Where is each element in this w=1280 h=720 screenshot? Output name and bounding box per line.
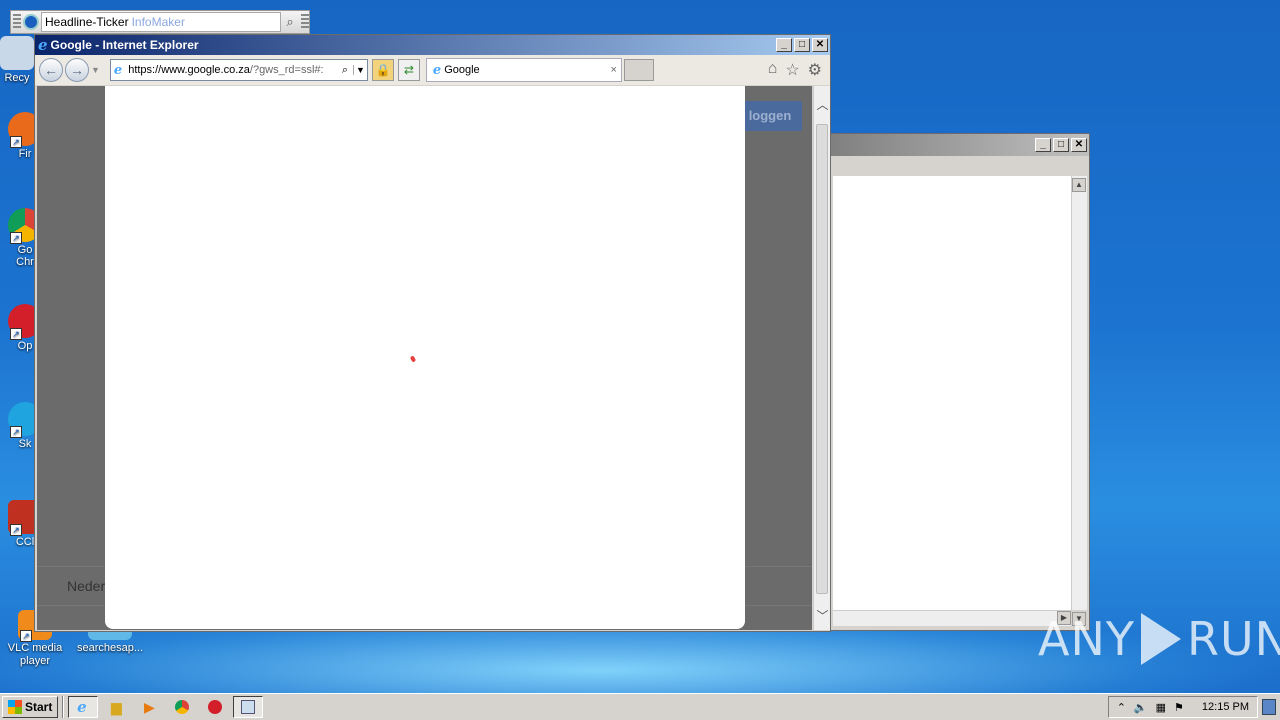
tab-title: Google (444, 64, 480, 76)
internet-explorer-icon: e (77, 698, 87, 716)
system-tray: ⌃ 🔈 ▦ ⚑ 12:15 PM (1107, 696, 1258, 718)
ie-titlebar[interactable]: e Google - Internet Explorer _ □ ✕ (35, 35, 830, 55)
action-center-flag-icon[interactable]: ⚑ (1174, 701, 1184, 714)
taskbar: Start e ▆ ▶ ⌃ 🔈 ▦ ⚑ 12:15 PM (0, 693, 1280, 720)
watermark-right: RUN (1186, 612, 1280, 666)
background-window-titlebar[interactable]: _ □ ✕ (831, 134, 1089, 156)
search-icon[interactable]: ⌕ (337, 64, 353, 77)
media-player-icon: ▶ (143, 698, 155, 715)
watermark-left: ANY (1038, 612, 1135, 666)
footer-language-text[interactable]: Neder (67, 578, 105, 594)
chrome-icon (175, 700, 190, 714)
recycle-bin-icon (0, 36, 34, 70)
taskbar-chrome[interactable] (167, 696, 197, 718)
minimize-button[interactable]: _ (1035, 138, 1051, 152)
refresh-icon[interactable]: ⇄ (397, 59, 420, 81)
desktop-icon-label: VLC media player (7, 642, 63, 667)
shortcut-arrow-icon: ↗ (10, 426, 22, 438)
shortcut-arrow-icon: ↗ (10, 328, 22, 340)
window-icon (241, 700, 256, 714)
home-icon[interactable]: ⌂ (768, 60, 778, 80)
play-logo-icon (1140, 613, 1181, 665)
toolbar-grip-handle-right[interactable] (301, 14, 309, 30)
ie-navigation-bar: ← → ▼ e https://www.google.co.za/?gws_rd… (35, 55, 830, 85)
taskbar-explorer[interactable]: ▆ (101, 696, 131, 718)
network-icon[interactable]: ▦ (1156, 701, 1166, 714)
ticker-brand: InfoMaker (131, 15, 185, 29)
loading-spinner-icon (409, 355, 417, 363)
maximize-button[interactable]: □ (1053, 138, 1069, 152)
taskbar-internet-explorer[interactable]: e (68, 696, 99, 718)
start-label: Start (25, 700, 53, 714)
forward-button[interactable]: → (65, 58, 89, 82)
show-hidden-icons-icon[interactable]: ⌃ (1117, 701, 1126, 714)
taskbar-opera[interactable] (200, 696, 230, 718)
lock-icon[interactable]: 🔒 (371, 59, 394, 81)
minimize-button[interactable]: _ (776, 38, 792, 52)
background-window-menubar (831, 156, 1089, 176)
ie-command-icons: ⌂ ☆ ⚙ (768, 60, 822, 80)
internet-explorer-icon: e (38, 36, 48, 54)
background-window[interactable]: _ □ ✕ ▲ ▼ ▶ (830, 133, 1090, 631)
volume-icon[interactable]: 🔈 (1134, 701, 1148, 714)
tab-favicon-icon: e (432, 62, 442, 78)
maximize-button[interactable]: □ (794, 38, 810, 52)
windows-logo-icon (8, 700, 22, 714)
headline-ticker-toolbar: Headline-Ticker InfoMaker ⌕ (10, 10, 310, 34)
scroll-up-arrow-icon[interactable]: ▲ (1072, 178, 1086, 192)
taskbar-window[interactable] (233, 696, 264, 718)
shortcut-arrow-icon: ↗ (20, 630, 32, 642)
clock[interactable]: 12:15 PM (1202, 701, 1249, 713)
toolbar-grip-handle[interactable] (13, 14, 21, 30)
address-dropdown-icon[interactable]: ▼ (352, 65, 367, 75)
horizontal-scrollbar[interactable]: ▶ (833, 610, 1071, 626)
desktop-icon-label: searchesap... (76, 642, 144, 654)
login-button[interactable]: loggen (738, 101, 802, 131)
close-button[interactable]: ✕ (1071, 138, 1087, 152)
loading-dialog (105, 86, 745, 629)
page-content[interactable]: loggen Neder (37, 86, 812, 630)
favorites-star-icon[interactable]: ☆ (785, 60, 799, 80)
internet-explorer-window[interactable]: e Google - Internet Explorer _ □ ✕ ← → ▼… (34, 34, 831, 632)
gear-icon[interactable]: ⚙ (808, 60, 822, 80)
ie-window-title: Google - Internet Explorer (50, 38, 199, 52)
vertical-scrollbar[interactable]: ︿ ﹀ (813, 86, 830, 630)
start-button[interactable]: Start (2, 696, 59, 718)
scroll-down-arrow-icon[interactable]: ﹀ (814, 607, 831, 624)
anyrun-watermark: ANY RUN (1038, 612, 1280, 666)
close-button[interactable]: ✕ (812, 38, 828, 52)
taskbar-divider (62, 696, 65, 718)
chevron-down-icon[interactable]: ▼ (91, 65, 100, 75)
address-bar[interactable]: e https://www.google.co.za/?gws_rd=ssl#:… (109, 59, 368, 81)
new-tab-button[interactable] (623, 59, 654, 81)
scrollbar-thumb[interactable] (816, 124, 828, 594)
scroll-up-arrow-icon[interactable]: ︿ (814, 96, 831, 113)
search-icon[interactable]: ⌕ (281, 14, 299, 30)
shortcut-arrow-icon: ↗ (10, 232, 22, 244)
taskbar-media-player[interactable]: ▶ (134, 696, 164, 718)
window-controls: _ □ ✕ (1035, 138, 1087, 152)
address-url[interactable]: https://www.google.co.za/?gws_rd=ssl#: (125, 64, 337, 76)
show-desktop-button[interactable] (1262, 699, 1276, 715)
opera-icon (208, 700, 223, 714)
page-favicon-icon: e (113, 62, 123, 78)
ticker-field[interactable]: Headline-Ticker InfoMaker (41, 12, 281, 32)
back-button[interactable]: ← (39, 58, 63, 82)
background-window-content[interactable] (833, 176, 1071, 610)
window-controls: _ □ ✕ (776, 38, 828, 52)
vertical-scrollbar[interactable]: ▲ ▼ (1071, 176, 1087, 626)
folder-icon: ▆ (110, 698, 122, 715)
tab-google[interactable]: e Google × (425, 58, 622, 82)
ticker-title: Headline-Ticker (45, 15, 129, 29)
shortcut-arrow-icon: ↗ (10, 524, 22, 536)
close-tab-icon[interactable]: × (610, 64, 616, 76)
infomaker-logo-icon (23, 14, 39, 30)
shortcut-arrow-icon: ↗ (10, 136, 22, 148)
